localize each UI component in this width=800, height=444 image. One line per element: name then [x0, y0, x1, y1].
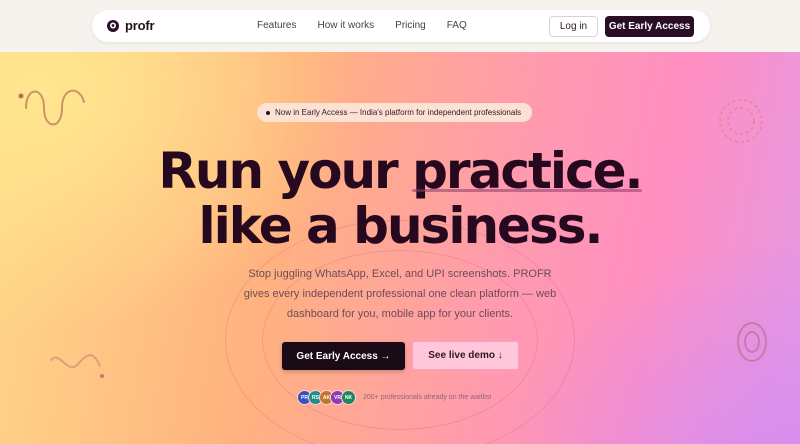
headline-accent: practice. — [412, 142, 644, 200]
wave-decor-icon — [50, 354, 104, 378]
headline-line1: Run your practice. — [158, 142, 644, 200]
logo-icon — [107, 19, 119, 32]
avatar: NK — [341, 390, 356, 405]
badge-text: Now in Early Access — India's platform f… — [275, 108, 522, 117]
brand-name: profr — [125, 18, 155, 33]
headline-line2: like a business. — [198, 197, 604, 255]
top-navbar: profr Features How it works Pricing FAQ … — [92, 10, 710, 42]
nav-link-pricing[interactable]: Pricing — [395, 20, 426, 31]
social-proof: PR RS AK VR NK 200+ professionals alread… — [297, 390, 491, 405]
headline-part1: Run your — [158, 142, 413, 200]
brand-logo[interactable]: profr — [106, 18, 155, 33]
hero-section: Now in Early Access — India's platform f… — [0, 52, 800, 444]
badge-dot-icon — [266, 110, 270, 115]
squiggle-decor-icon — [18, 89, 85, 126]
early-access-badge: Now in Early Access — India's platform f… — [257, 103, 533, 122]
nav-early-access-button[interactable]: Get Early Access — [605, 16, 694, 37]
oval-decor-icon — [737, 322, 767, 362]
nav-link-features[interactable]: Features — [257, 20, 296, 31]
hero-subtitle: Stop juggling WhatsApp, Excel, and UPI s… — [243, 268, 557, 320]
nav-links: Features How it works Pricing FAQ — [257, 20, 467, 31]
waitlist-count-text: 200+ professionals already on the waitli… — [363, 394, 492, 401]
hero-headline: Run your practice. like a business. — [0, 144, 800, 254]
nav-link-how-it-works[interactable]: How it works — [317, 20, 374, 31]
login-button[interactable]: Log in — [549, 16, 598, 37]
get-early-access-button[interactable]: Get Early Access → — [282, 342, 405, 370]
dashed-circle-decor-icon — [719, 99, 763, 143]
see-live-demo-button[interactable]: See live demo ↓ — [412, 341, 519, 370]
nav-link-faq[interactable]: FAQ — [447, 20, 467, 31]
